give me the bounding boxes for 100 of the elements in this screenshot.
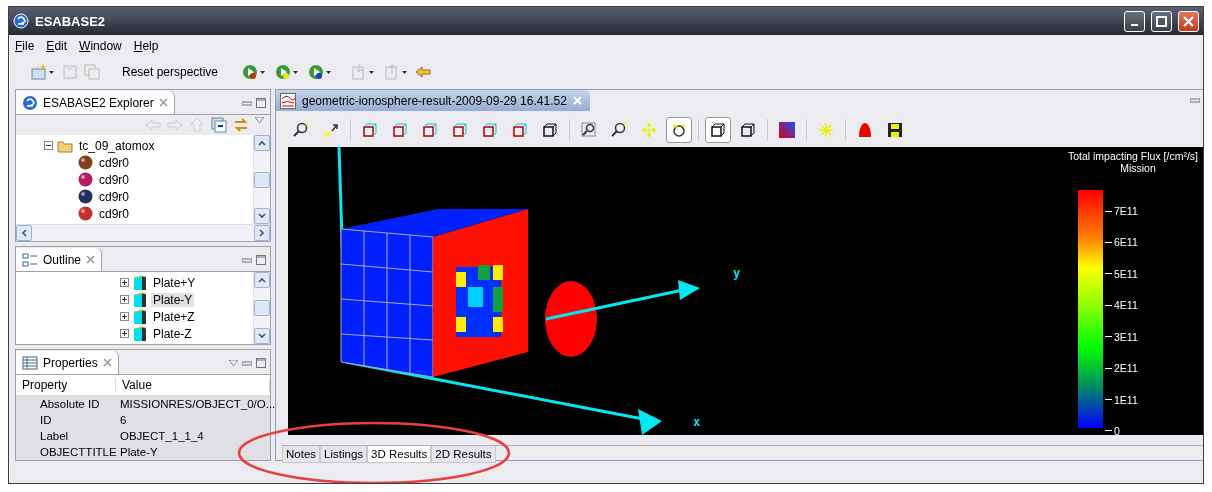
table-cell-text: 6 (119, 414, 128, 426)
close-button[interactable] (1178, 10, 1199, 32)
pan-icon (641, 122, 657, 138)
close-icon[interactable] (102, 358, 112, 367)
column-header: Property (16, 378, 116, 392)
table-cell-text: Plate-Y (119, 446, 159, 458)
tree-item[interactable]: cd9r0 (97, 206, 132, 221)
scale-label: 1E11 (1105, 393, 1138, 406)
save-icon (887, 122, 903, 138)
tree-item[interactable]: tc_09_atomox (77, 138, 157, 153)
properties-tab[interactable]: Properties (16, 351, 119, 374)
result-tab[interactable]: Notes (282, 446, 321, 463)
app-logo-icon (13, 13, 29, 29)
menu-item[interactable]: Window (79, 39, 122, 53)
scale-label: 2E11 (1105, 362, 1138, 375)
plate-icon (133, 291, 147, 308)
scale-label: 4E11 (1105, 299, 1138, 312)
result-tab[interactable]: 3D Results (367, 446, 432, 463)
run-icon[interactable] (308, 64, 325, 80)
save-all-icon (84, 64, 100, 80)
view-tool-button[interactable] (666, 117, 692, 143)
view-tool-button[interactable] (705, 117, 731, 143)
run-button[interactable] (240, 62, 268, 82)
run-icon[interactable] (242, 64, 259, 80)
cube-icon (482, 122, 498, 138)
tree-item[interactable]: Plate+Y (151, 275, 198, 290)
minimize-icon[interactable] (242, 255, 252, 266)
maximize-icon[interactable] (256, 98, 266, 108)
cube-icon (542, 122, 558, 138)
zoom-icon (293, 122, 309, 138)
explorer-tab[interactable]: ESABASE2 Explorer (16, 91, 175, 114)
scale-label: 3E11 (1105, 330, 1138, 343)
run-button[interactable] (273, 62, 301, 82)
plate-icon (133, 274, 147, 291)
result-tab[interactable]: Listings (320, 446, 368, 463)
maximize-button[interactable] (1151, 10, 1172, 32)
legend-subtitle: Mission (1120, 162, 1156, 174)
table-cell-text: Absolute ID (39, 398, 101, 410)
scroll-thumb[interactable] (254, 300, 270, 317)
minimize-icon[interactable] (242, 358, 252, 368)
editor-tab[interactable]: geometric-ionosphere-result-2009-09-29 16.41.52 (276, 90, 590, 111)
scale-label: 0 (1105, 424, 1138, 437)
save-icon (62, 64, 78, 80)
caret-icon (293, 70, 299, 74)
zoom-icon (611, 122, 627, 138)
collapse-all-icon[interactable] (211, 117, 227, 133)
view-menu-icon[interactable] (255, 117, 264, 123)
axis-label: x (693, 415, 701, 429)
caret-icon (326, 70, 332, 74)
pick-icon (323, 122, 339, 138)
tree-item[interactable]: cd9r0 (97, 172, 132, 187)
maximize-icon[interactable] (256, 255, 266, 266)
table-cell-text: ID (39, 414, 53, 426)
tree-item[interactable]: Plate-Z (151, 326, 194, 341)
expand-icon[interactable] (120, 312, 129, 322)
menu-item[interactable]: Help (133, 39, 159, 53)
new-button[interactable] (29, 62, 56, 82)
run-button[interactable] (306, 62, 334, 82)
scrollbar[interactable] (253, 272, 270, 344)
light-icon (818, 122, 834, 138)
legend-title: Total impacting Flux [/cm²/s] (1067, 150, 1198, 162)
scroll-thumb[interactable] (254, 171, 270, 188)
rotate-icon (671, 122, 687, 138)
tree-item[interactable]: cd9r0 (97, 189, 132, 204)
menu-item[interactable]: File (15, 39, 35, 53)
cube-icon (740, 122, 756, 138)
cube-icon (362, 122, 378, 138)
tree-item[interactable]: cd9r0 (97, 155, 132, 170)
maximize-icon[interactable] (256, 358, 266, 368)
run-icon[interactable] (275, 64, 292, 80)
expand-icon[interactable] (120, 329, 129, 339)
collapse-icon[interactable] (44, 141, 53, 150)
result-tab[interactable]: 2D Results (431, 446, 496, 463)
close-icon[interactable] (86, 255, 96, 265)
link-icon[interactable] (233, 117, 249, 133)
expand-icon[interactable] (120, 295, 129, 305)
close-icon[interactable] (158, 98, 168, 107)
back-arrow-icon[interactable] (415, 64, 432, 80)
outline-tab[interactable]: Outline (16, 248, 103, 272)
plate-icon (133, 308, 147, 325)
scrollbar[interactable] (253, 135, 270, 225)
table-cell-text: MISSIONRES/OBJECT_0/O... (119, 398, 276, 410)
sphere-icon (78, 206, 93, 221)
scale-label: 5E11 (1105, 267, 1138, 280)
menu-item[interactable]: Edit (46, 39, 68, 53)
minimize-icon[interactable] (1190, 95, 1200, 105)
table-cell-text: OBJECTTITLE (39, 446, 116, 458)
reset-perspective-button[interactable]: Reset perspective (120, 63, 221, 81)
tree-item[interactable]: Plate-Y (151, 292, 195, 307)
scrollbar[interactable] (16, 224, 270, 242)
caret-icon (402, 70, 408, 74)
zoom-box-icon (581, 122, 597, 138)
cube-icon (392, 122, 408, 138)
caret-icon (49, 70, 54, 74)
expand-icon[interactable] (120, 278, 129, 288)
tree-item[interactable]: Plate+Z (151, 309, 197, 324)
minimize-icon[interactable] (242, 98, 252, 108)
view-menu-icon[interactable] (229, 360, 238, 366)
minimize-button[interactable] (1124, 10, 1145, 32)
app-logo-icon (22, 94, 38, 111)
